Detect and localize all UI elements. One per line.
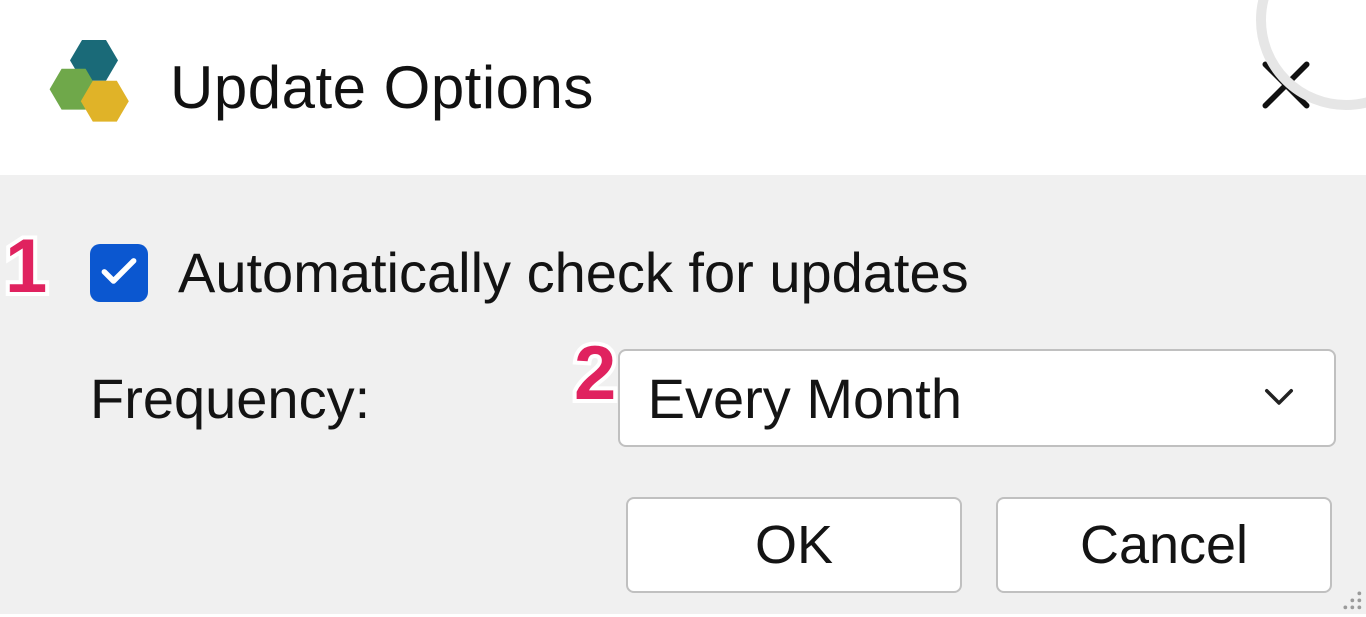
ok-button[interactable]: OK <box>626 497 962 593</box>
auto-check-row: Automatically check for updates <box>90 240 1336 305</box>
checkmark-icon <box>97 248 141 297</box>
cancel-button-label: Cancel <box>1080 514 1248 576</box>
dialog-button-row: OK Cancel <box>90 497 1336 593</box>
auto-check-label: Automatically check for updates <box>178 240 969 305</box>
frequency-row: Frequency: Every Month <box>90 349 1336 447</box>
resize-grip-icon[interactable] <box>1336 584 1364 612</box>
dialog-body: 1 2 Automatically check for updates Freq… <box>0 175 1366 614</box>
window-corner-decoration <box>1256 0 1366 110</box>
titlebar: Update Options <box>0 0 1366 175</box>
app-hex-icon <box>40 28 160 148</box>
cancel-button[interactable]: Cancel <box>996 497 1332 593</box>
chevron-down-icon <box>1258 375 1300 422</box>
frequency-selected-value: Every Month <box>648 366 962 431</box>
frequency-dropdown[interactable]: Every Month <box>618 349 1336 447</box>
update-options-dialog: Update Options 1 2 Automatically check f… <box>0 0 1366 614</box>
auto-check-checkbox[interactable] <box>90 244 148 302</box>
annotation-marker-1: 1 <box>5 223 47 310</box>
frequency-label: Frequency: <box>90 366 596 431</box>
ok-button-label: OK <box>755 514 833 576</box>
dialog-title: Update Options <box>170 53 594 122</box>
